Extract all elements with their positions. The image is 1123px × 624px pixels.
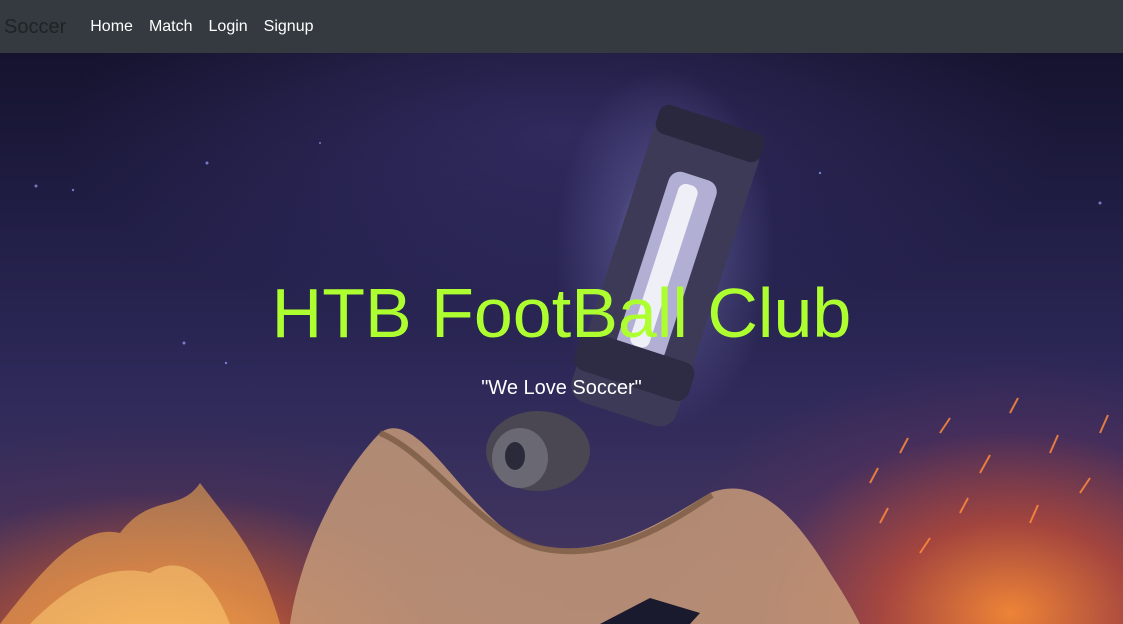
nav-links: Home Match Login Signup: [82, 18, 322, 35]
hero-section: HTB FootBall Club "We Love Soccer": [0, 53, 1123, 624]
nav-link-login[interactable]: Login: [201, 18, 256, 35]
nav-link-home[interactable]: Home: [82, 18, 141, 35]
nav-link-match[interactable]: Match: [141, 18, 201, 35]
hero-title: HTB FootBall Club: [271, 274, 852, 352]
brand-link[interactable]: Soccer: [4, 17, 66, 37]
hero-tagline: "We Love Soccer": [481, 377, 642, 399]
top-navbar: Soccer Home Match Login Signup: [0, 0, 1123, 53]
nav-link-signup[interactable]: Signup: [256, 18, 322, 35]
